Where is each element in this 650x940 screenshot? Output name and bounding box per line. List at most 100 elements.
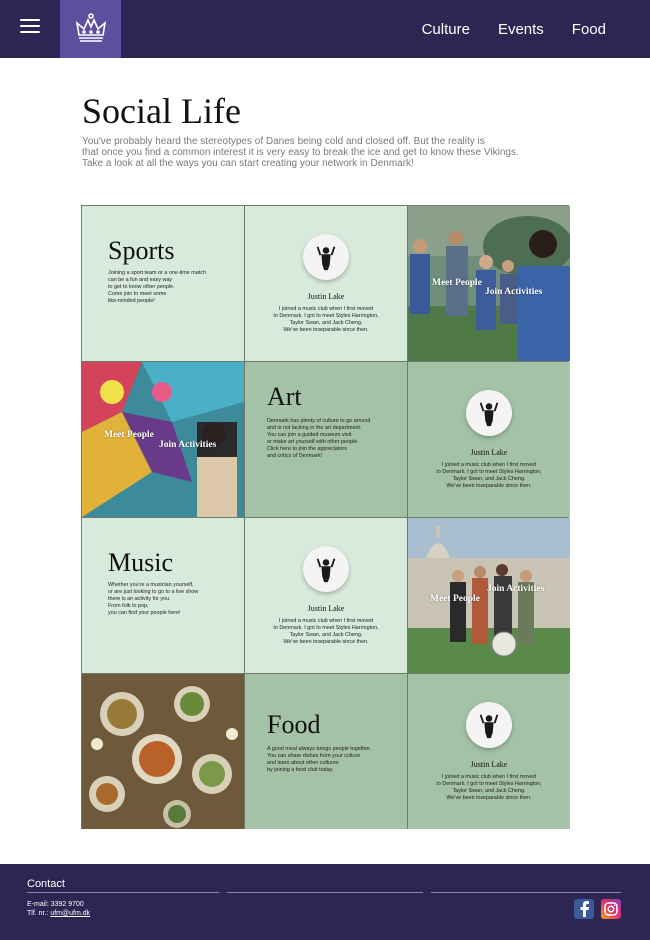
contact-email: E-mail: 3392 9700 xyxy=(27,901,84,908)
category-title: Sports xyxy=(108,236,175,265)
quote-line: Taylor Swan, and Jack Cheng. xyxy=(452,788,526,794)
nav-food[interactable]: Food xyxy=(572,21,606,38)
footer-divider xyxy=(27,892,219,893)
intro-line: Take a look at all the ways you can star… xyxy=(82,158,414,169)
art-photo-tile[interactable]: Meet People Join Activities xyxy=(82,362,244,517)
top-navigation-bar: Culture Events Food xyxy=(0,0,650,58)
quote-line: We've been inseparable since then. xyxy=(446,795,532,801)
quote-line: I joined a music club when I first moved xyxy=(278,618,374,624)
description-line: Denmark has plenty of culture to go arou… xyxy=(267,418,371,424)
person-silhouette-icon xyxy=(475,711,503,739)
category-description: Joining a sport team or a one-time match… xyxy=(108,270,228,305)
meet-people-label: Meet People xyxy=(430,594,480,604)
avatar xyxy=(466,702,512,748)
testimonial-name: Justin Lake xyxy=(470,448,508,457)
description-line: You can join a guided museum visit xyxy=(267,432,352,438)
description-line: From folk to pop, xyxy=(108,603,149,609)
description-line: Click here to join the appreciators xyxy=(267,446,348,452)
quote-line: Taylor Swan, and Jack Cheng. xyxy=(289,320,363,326)
person-silhouette-icon xyxy=(312,243,340,271)
quote-line: to Denmark. I got to meet Styles Harring… xyxy=(436,469,542,475)
nav-events[interactable]: Events xyxy=(498,21,544,38)
meet-people-label: Meet People xyxy=(432,278,482,288)
testimonial-quote: I joined a music club when I first moved… xyxy=(418,462,560,490)
category-title: Art xyxy=(267,382,302,411)
avatar xyxy=(303,546,349,592)
quote-line: Taylor Swan, and Jack Cheng. xyxy=(452,476,526,482)
testimonial-tile: Justin Lake I joined a music club when I… xyxy=(408,362,570,517)
category-title: Music xyxy=(108,548,173,577)
description-line: you can find your people here! xyxy=(108,610,181,616)
music-tile[interactable]: Music Whether you're a musician yourself… xyxy=(82,518,244,673)
quote-line: I joined a music club when I first moved xyxy=(441,462,537,468)
description-line: A good meal always brings people togethe… xyxy=(267,746,372,752)
quote-line: We've been inseparable since then. xyxy=(283,327,369,333)
description-line: like-minded people! xyxy=(108,298,155,304)
category-description: A good meal always brings people togethe… xyxy=(267,746,387,774)
sports-tile[interactable]: Sports Joining a sport team or a one-tim… xyxy=(82,206,244,361)
page-title: Social Life xyxy=(82,91,241,131)
music-photo-tile[interactable]: Meet People Join Activities xyxy=(408,518,570,673)
sports-photo-tile[interactable]: Meet People Join Activities xyxy=(408,206,570,361)
nav-culture[interactable]: Culture xyxy=(422,21,470,38)
quote-line: We've been inseparable since then. xyxy=(446,483,532,489)
description-line: Whether you're a musician yourself, xyxy=(108,582,194,588)
contact-link[interactable]: ufm@ufm.dk xyxy=(50,910,90,917)
footer: Contact E-mail: 3392 9700 Tlf. nr.: ufm@… xyxy=(0,864,650,940)
category-title: Food xyxy=(267,710,321,739)
intro-paragraph: You've probably heard the stereotypes of… xyxy=(82,136,552,169)
quote-line: Taylor Swan, and Jack Cheng. xyxy=(289,632,363,638)
join-activities-label: Join Activities xyxy=(159,440,217,450)
description-line: there is an activity for you. xyxy=(108,596,171,602)
footer-divider xyxy=(431,892,621,893)
testimonial-tile: Justin Lake I joined a music club when I… xyxy=(245,518,407,673)
testimonial-name: Justin Lake xyxy=(307,292,345,301)
testimonial-name: Justin Lake xyxy=(470,760,508,769)
description-line: and is not lacking in the art department… xyxy=(267,425,362,431)
activities-grid: Sports Joining a sport team or a one-tim… xyxy=(81,205,570,829)
quote-line: I joined a music club when I first moved xyxy=(441,774,537,780)
contact-title: Contact xyxy=(27,878,65,890)
category-description: Whether you're a musician yourself, or a… xyxy=(108,582,228,617)
person-silhouette-icon xyxy=(475,399,503,427)
description-line: or are just looking to go to a live show xyxy=(108,589,199,595)
intro-line: that once you find a common interest it … xyxy=(82,147,519,158)
testimonial-quote: I joined a music club when I first moved… xyxy=(418,774,560,802)
quote-line: to Denmark. I got to meet Styles Harring… xyxy=(436,781,542,787)
quote-line: We've been inseparable since then. xyxy=(283,639,369,645)
art-tile[interactable]: Art Denmark has plenty of culture to go … xyxy=(245,362,407,517)
testimonial-name: Justin Lake xyxy=(307,604,345,613)
food-tile[interactable]: Food A good meal always brings people to… xyxy=(245,674,407,829)
facebook-icon[interactable] xyxy=(574,899,594,919)
description-line: You can share dishes from your culture xyxy=(267,753,361,759)
contact-phone: Tlf. nr.: ufm@ufm.dk xyxy=(27,910,90,917)
description-line: or make art yourself with other people. xyxy=(267,439,359,445)
description-line: and critics of Denmark! xyxy=(267,453,323,459)
description-line: Joining a sport team or a one-time match xyxy=(108,270,206,276)
avatar xyxy=(303,234,349,280)
person-silhouette-icon xyxy=(312,555,340,583)
description-line: by joining a food club today. xyxy=(267,767,334,773)
description-line: can be a fun and easy way xyxy=(108,277,173,283)
description-line: and learn about other cultures xyxy=(267,760,339,766)
footer-divider xyxy=(227,892,423,893)
description-line: to get to know other people. xyxy=(108,284,175,290)
join-activities-label: Join Activities xyxy=(485,287,543,297)
category-description: Denmark has plenty of culture to go arou… xyxy=(267,418,387,460)
meet-people-label: Meet People xyxy=(104,430,154,440)
food-table-photo xyxy=(82,674,244,829)
avatar xyxy=(466,390,512,436)
intro-line: You've probably heard the stereotypes of… xyxy=(82,136,485,147)
testimonial-tile: Justin Lake I joined a music club when I… xyxy=(408,674,570,829)
quote-line: to Denmark. I got to meet Styles Harring… xyxy=(273,625,379,631)
instagram-icon[interactable] xyxy=(601,899,621,919)
join-activities-label: Join Activities xyxy=(487,584,545,594)
testimonial-tile: Justin Lake I joined a music club when I… xyxy=(245,206,407,361)
quote-line: I joined a music club when I first moved xyxy=(278,306,374,312)
testimonial-quote: I joined a music club when I first moved… xyxy=(255,306,397,334)
food-photo-tile[interactable] xyxy=(82,674,244,829)
quote-line: to Denmark. I got to meet Styles Harring… xyxy=(273,313,379,319)
main-nav: Culture Events Food xyxy=(422,0,606,58)
crown-logo-icon[interactable] xyxy=(60,0,121,58)
menu-icon[interactable] xyxy=(20,19,40,39)
